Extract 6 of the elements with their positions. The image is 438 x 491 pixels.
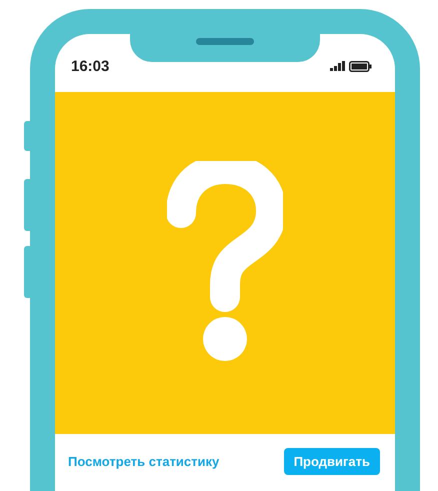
battery-icon xyxy=(349,60,372,72)
speaker-grille xyxy=(196,38,254,45)
status-time: 16:03 xyxy=(71,58,110,74)
view-statistics-link[interactable]: Посмотреть статистику xyxy=(68,454,220,469)
signal-icon xyxy=(330,61,345,71)
promote-button[interactable]: Продвигать xyxy=(284,448,380,475)
